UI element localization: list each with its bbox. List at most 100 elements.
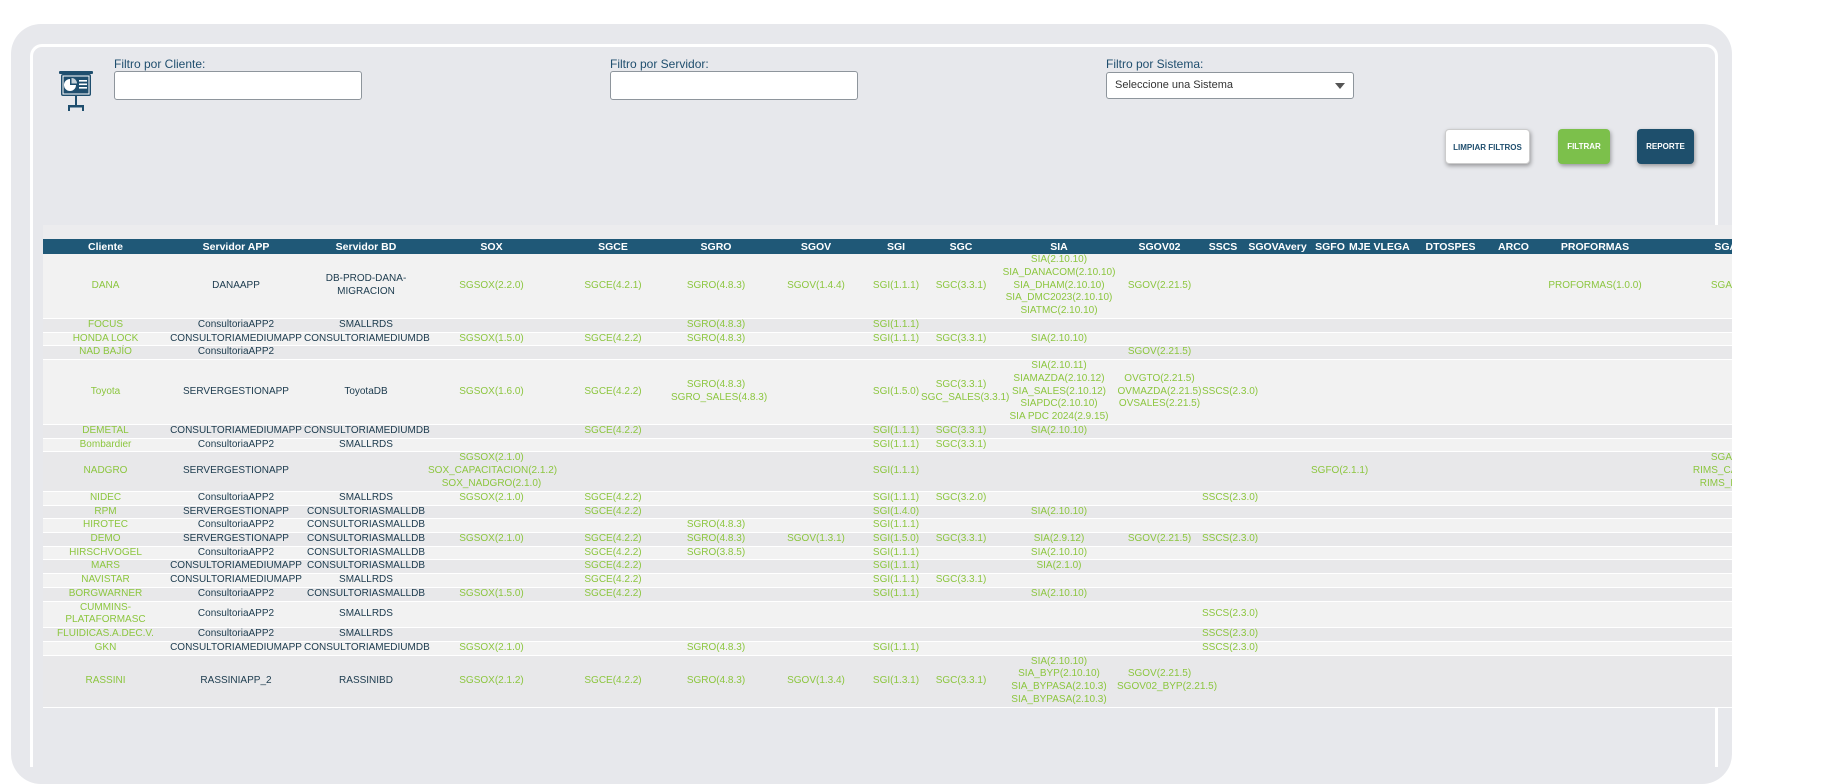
system-version-cell[interactable]: SGSOX(2.1.0): [428, 532, 555, 547]
system-version-cell[interactable]: SGI(1.1.1): [871, 573, 921, 588]
client-cell[interactable]: DANA: [43, 254, 168, 319]
system-version-cell[interactable]: SGI(1.1.1): [871, 332, 921, 347]
system-version-cell[interactable]: SGSOX(2.1.0): [428, 491, 555, 506]
system-version-cell[interactable]: SIA(2.10.10): [1001, 505, 1117, 520]
system-version-cell[interactable]: SGSOX(2.2.0): [428, 254, 555, 319]
system-version-cell[interactable]: SGRO(4.8.3): [671, 254, 761, 319]
system-version-cell[interactable]: SGCE(4.2.2): [555, 546, 671, 561]
column-header[interactable]: SGFO: [1311, 239, 1349, 254]
system-version-cell[interactable]: SGCE(4.2.1): [555, 254, 671, 319]
column-header[interactable]: PROFORMAS: [1536, 239, 1654, 254]
system-version-cell[interactable]: SGAR(2: [1654, 254, 1732, 319]
system-version-cell[interactable]: SGSOX(2.1.0) SOX_CAPACITACION(2.1.2) SOX_N…: [428, 451, 557, 492]
system-version-cell[interactable]: SIA(2.10.10): [1001, 546, 1117, 561]
system-version-cell[interactable]: SGCE(4.2.2): [555, 505, 671, 520]
system-version-cell[interactable]: SGRO(4.8.3): [671, 641, 761, 656]
system-version-cell[interactable]: SGOV(2.21.5): [1117, 345, 1202, 361]
client-cell[interactable]: BORGWARNER: [43, 587, 168, 602]
client-cell[interactable]: Bombardier: [43, 438, 168, 453]
column-header[interactable]: SSCS: [1202, 239, 1244, 254]
system-version-cell[interactable]: SIA(2.9.12): [1001, 532, 1117, 547]
client-cell[interactable]: NAVISTAR: [43, 573, 168, 588]
column-header[interactable]: Cliente: [43, 239, 168, 254]
column-header[interactable]: SOX: [428, 239, 555, 254]
system-version-cell[interactable]: SGI(1.1.1): [871, 438, 921, 453]
system-version-cell[interactable]: SGCE(4.2.2): [555, 573, 671, 588]
system-version-cell[interactable]: SGI(1.1.1): [871, 451, 921, 492]
system-version-cell[interactable]: SGC(3.3.1): [921, 573, 1001, 588]
client-cell[interactable]: FOCUS: [43, 318, 168, 333]
systems-table-container[interactable]: Cliente Servidor APP Servidor BD SOX SGCE SGR…: [43, 239, 1732, 750]
cliente-filter-input[interactable]: [114, 71, 362, 100]
system-version-cell[interactable]: SGRO(3.8.5): [671, 546, 761, 561]
system-version-cell[interactable]: SIA(2.10.10): [1001, 424, 1117, 439]
client-cell[interactable]: RASSINI: [43, 655, 168, 708]
column-header[interactable]: SGCE: [555, 239, 671, 254]
client-cell[interactable]: FLUIDICAS.A.DEC.V.: [43, 627, 168, 642]
system-version-cell[interactable]: SGC(3.3.1): [921, 532, 1001, 547]
system-version-cell[interactable]: SGSOX(1.5.0): [428, 587, 555, 602]
column-header[interactable]: SGI: [871, 239, 921, 254]
system-version-cell[interactable]: SGI(1.1.1): [871, 587, 921, 602]
client-cell[interactable]: GKN: [43, 641, 168, 656]
client-cell[interactable]: HONDA LOCK: [43, 332, 168, 347]
column-header[interactable]: SGOV02: [1117, 239, 1202, 254]
system-version-cell[interactable]: SIA(2.10.10) SIA_DANACOM(2.10.10) SIA_DHAM…: [1001, 254, 1117, 319]
system-version-cell[interactable]: SGI(1.1.1): [871, 518, 921, 533]
system-version-cell[interactable]: SGC(3.3.1): [921, 424, 1001, 439]
system-version-cell[interactable]: SGCE(4.2.2): [555, 359, 671, 426]
column-header[interactable]: SGC: [921, 239, 1001, 254]
system-version-cell[interactable]: SGC(3.3.1): [921, 438, 1001, 453]
system-version-cell[interactable]: SGC(3.2.0): [921, 491, 1001, 506]
system-version-cell[interactable]: SGCE(4.2.2): [555, 532, 671, 547]
client-cell[interactable]: DEMO: [43, 532, 168, 547]
system-version-cell[interactable]: SGOV(2.21.5) SGOV02_BYP(2.21.5): [1117, 655, 1217, 708]
client-cell[interactable]: RPM: [43, 505, 168, 520]
system-version-cell[interactable]: SGI(1.1.1): [871, 546, 921, 561]
system-version-cell[interactable]: SGC(3.3.1): [921, 332, 1001, 347]
system-version-cell[interactable]: SGCE(4.2.2): [555, 559, 671, 575]
client-cell[interactable]: NADGRO: [43, 451, 168, 492]
column-header[interactable]: Servidor APP: [168, 239, 304, 254]
system-version-cell[interactable]: SGCE(4.2.2): [555, 424, 671, 439]
system-version-cell[interactable]: SGI(1.1.1): [871, 424, 921, 439]
client-cell[interactable]: MARS: [43, 559, 168, 575]
system-version-cell[interactable]: PROFORMAS(1.0.0): [1536, 254, 1654, 319]
client-cell[interactable]: HIROTEC: [43, 518, 168, 533]
system-version-cell[interactable]: SGAR(2RIMS_CAPACITRIMS_NADG: [1654, 451, 1732, 492]
column-header[interactable]: SIA: [1001, 239, 1117, 254]
system-version-cell[interactable]: SGOV(1.3.4): [761, 655, 871, 708]
system-version-cell[interactable]: SGCE(4.2.2): [555, 491, 671, 506]
system-version-cell[interactable]: SSCS(2.3.0): [1202, 627, 1258, 642]
system-version-cell[interactable]: SGCE(4.2.2): [555, 332, 671, 347]
system-version-cell[interactable]: SSCS(2.3.0): [1202, 359, 1258, 426]
column-header[interactable]: SGOVAvery: [1244, 239, 1311, 254]
system-version-cell[interactable]: OVGTO(2.21.5) OVMAZDA(2.21.5) OVSALES(2.21…: [1117, 359, 1202, 426]
client-cell[interactable]: DEMETAL: [43, 424, 168, 439]
filter-button[interactable]: FILTRAR: [1558, 129, 1610, 164]
system-version-cell[interactable]: SGI(1.1.1): [871, 254, 921, 319]
system-version-cell[interactable]: SGI(1.5.0): [871, 359, 921, 426]
client-cell[interactable]: NAD BAJÍO: [43, 345, 168, 361]
system-version-cell[interactable]: SIA(2.10.10): [1001, 332, 1117, 347]
system-version-cell[interactable]: SGRO(4.8.3): [671, 518, 761, 533]
system-version-cell[interactable]: SGCE(4.2.2): [555, 655, 671, 708]
system-version-cell[interactable]: SGC(3.3.1): [921, 254, 1001, 319]
clear-filters-button[interactable]: LIMPIAR FILTROS: [1445, 129, 1530, 164]
sistema-filter-select[interactable]: Seleccione una Sistema: [1106, 72, 1354, 99]
system-version-cell[interactable]: SGOV(1.3.1): [761, 532, 871, 547]
system-version-cell[interactable]: SGSOX(2.1.2): [428, 655, 555, 708]
system-version-cell[interactable]: SGRO(4.8.3): [671, 332, 761, 347]
system-version-cell[interactable]: SGC(3.3.1) SGC_SALES(3.3.1): [921, 359, 1009, 426]
system-version-cell[interactable]: SSCS(2.3.0): [1202, 601, 1258, 629]
system-version-cell[interactable]: SGI(1.1.1): [871, 559, 921, 575]
system-version-cell[interactable]: SGI(1.1.1): [871, 491, 921, 506]
system-version-cell[interactable]: SGRO(4.8.3): [671, 655, 761, 708]
system-version-cell[interactable]: SGI(1.3.1): [871, 655, 921, 708]
system-version-cell[interactable]: SGSOX(2.1.0): [428, 641, 555, 656]
system-version-cell[interactable]: SGC(3.3.1): [921, 655, 1001, 708]
system-version-cell[interactable]: SIA(2.1.0): [1001, 559, 1117, 575]
system-version-cell[interactable]: SGCE(4.2.2): [555, 587, 671, 602]
system-version-cell[interactable]: SSCS(2.3.0): [1202, 641, 1258, 656]
system-version-cell[interactable]: SGOV(2.21.5): [1117, 532, 1202, 547]
